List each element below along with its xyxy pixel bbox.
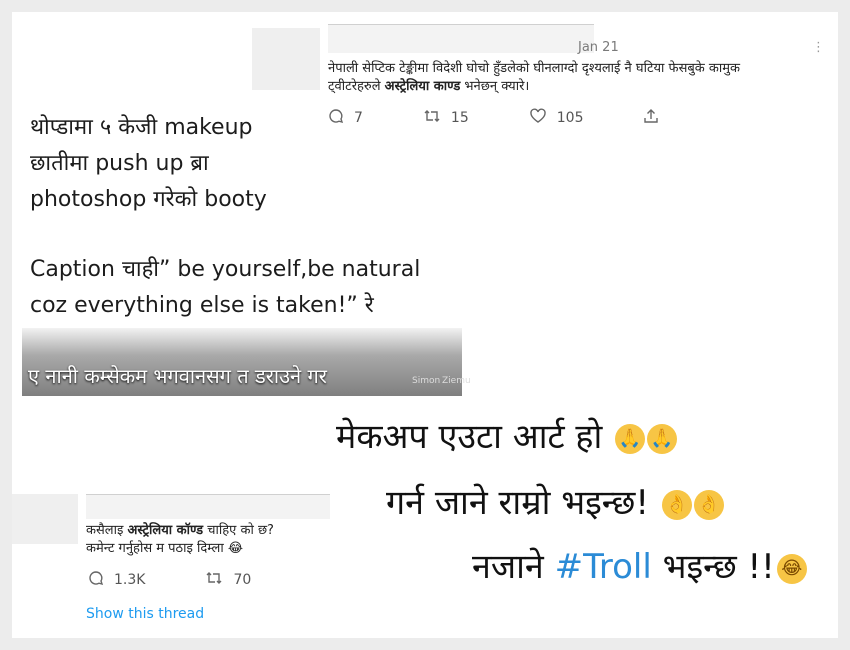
reply-count: 1.3K <box>114 572 146 588</box>
meme-line: coz everything else is taken!” रे <box>30 293 374 318</box>
share-button[interactable] <box>643 108 669 128</box>
reply-icon <box>88 570 104 590</box>
meme-line: photoshop गरेको booty <box>30 187 267 212</box>
tweet-text: कसैलाइ अस्ट्रेलिया कॉण्ड चाहिए को छ? कमे… <box>86 522 342 558</box>
tweet-text-segment: भनेछन् क्यारे। <box>460 79 530 94</box>
bottom-tweet: कसैलाइ अस्ट्रेलिया कॉण्ड चाहिए को छ? कमे… <box>12 490 342 638</box>
avatar[interactable] <box>252 28 320 90</box>
tweet-text-bold: अस्ट्रेलिया कॉण्ड <box>127 523 204 538</box>
tweet-text-line: ट्वीटरेहरुले अस्ट्रेलिया काण्ड भनेछन् क्… <box>328 78 838 96</box>
tweet-text-segment: कसैलाइ <box>86 523 128 538</box>
redacted-username <box>86 494 330 519</box>
retweet-icon <box>205 570 223 590</box>
more-options-icon[interactable]: ⋮ <box>812 40 825 55</box>
quote-line-1: मेकअप एउटा आर्ट हो 🙏 🙏 <box>336 412 678 458</box>
tweet-text-line: कमेन्ट गर्नुहोस म पठाइ दिम्ला 😂 <box>86 541 244 556</box>
tweet-date[interactable]: Jan 21 <box>578 40 619 55</box>
retweet-count: 70 <box>233 572 252 588</box>
tweet-text-segment: चाहिए को छ? <box>203 523 274 538</box>
tweet-text-line: कसैलाइ अस्ट्रेलिया कॉण्ड चाहिए को छ? <box>86 522 342 540</box>
retweet-button[interactable]: 70 <box>205 570 251 590</box>
image-strip: ए नानी कम्सेकम भगवानसग त डराउने गर Simon… <box>22 328 471 396</box>
strip-caption: ए नानी कम्सेकम भगवानसग त डराउने गर <box>28 364 327 388</box>
quote-line-2: गर्न जाने राम्रो भइन्छ! 👌 👌 <box>386 478 724 524</box>
laughing-emoji: 😂 <box>776 553 807 584</box>
quote-text: भइन्छ !! <box>651 547 775 587</box>
ok-hand-emoji: 👌 <box>693 489 724 520</box>
redacted-username <box>328 24 594 53</box>
quote-line-3: नजाने #Troll भइन्छ !! 😂 <box>472 542 807 588</box>
praying-hands-emoji: 🙏 <box>647 423 678 454</box>
share-icon <box>643 108 659 128</box>
strip-watermark: Simon <box>412 376 441 386</box>
meme-line: थोप्डामा ५ केजी makeup <box>30 115 253 140</box>
heart-icon <box>529 108 547 128</box>
tweet-text-line: नेपाली सेप्टिक टेङ्कीमा विदेशी घोचो हुँड… <box>328 61 741 76</box>
praying-hands-emoji: 🙏 <box>615 423 646 454</box>
strip-watermark: Ziemu <box>442 376 471 386</box>
avatar[interactable] <box>12 494 78 544</box>
meme-line: छातीमा push up ब्रा <box>30 151 209 176</box>
tweet-text: नेपाली सेप्टिक टेङ्कीमा विदेशी घोचो हुँड… <box>328 60 838 96</box>
collage: Jan 21 ⋮ नेपाली सेप्टिक टेङ्कीमा विदेशी … <box>12 12 838 638</box>
quote-text: गर्न जाने राम्रो भइन्छ! <box>386 483 649 523</box>
tweet-text-bold: अस्ट्रेलिया काण्ड <box>384 79 461 94</box>
troll-hashtag[interactable]: #Troll <box>555 547 652 587</box>
reply-button[interactable]: 1.3K <box>88 570 145 590</box>
retweet-count: 15 <box>450 110 469 126</box>
ok-hand-emoji: 👌 <box>661 489 692 520</box>
like-count: 105 <box>556 110 584 126</box>
quote-text: नजाने <box>472 547 555 587</box>
tweet-actions: 1.3K 70 <box>88 570 311 590</box>
meme-line: Caption चाही” be yourself,be natural <box>30 257 421 282</box>
tweet-text-segment: ट्वीटरेहरुले <box>328 79 385 94</box>
like-button[interactable]: 105 <box>529 108 584 128</box>
meme-text: थोप्डामा ५ केजी makeup छातीमा push up ब्… <box>30 110 450 324</box>
quote-text: मेकअप एउटा आर्ट हो <box>336 417 603 457</box>
show-thread-link[interactable]: Show this thread <box>86 606 204 622</box>
